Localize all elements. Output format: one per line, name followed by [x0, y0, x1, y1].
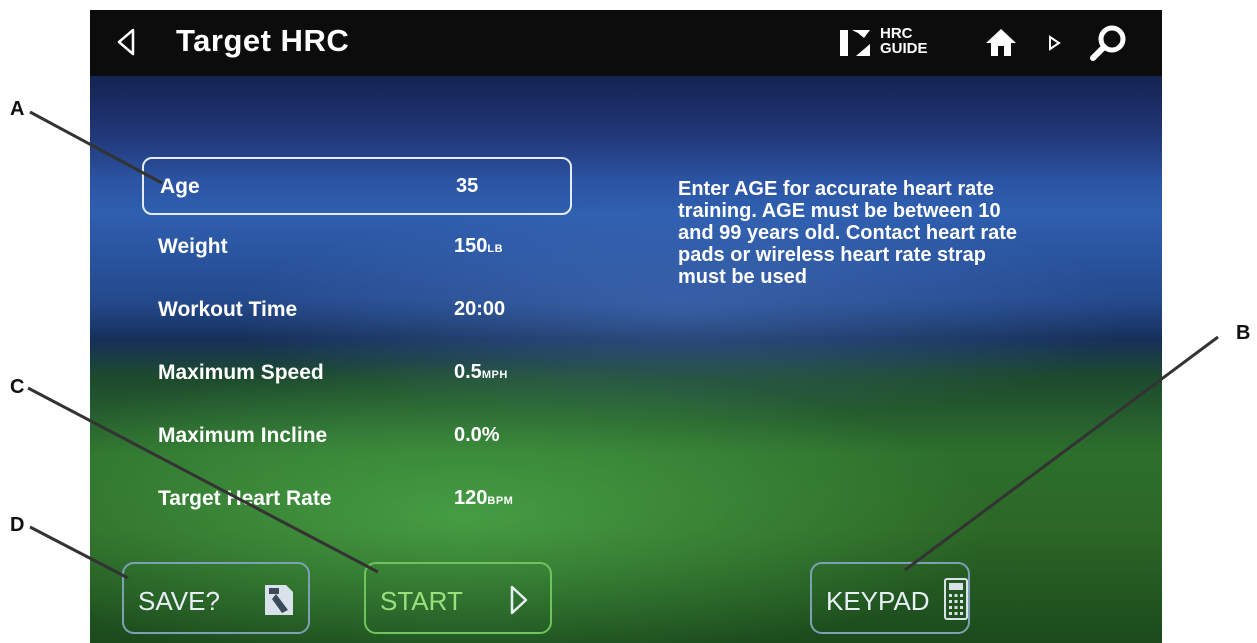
callout-a: A — [10, 98, 25, 120]
callout-b: B — [1236, 322, 1251, 344]
callout-line-a — [29, 110, 163, 185]
callout-lines — [27, 110, 1219, 580]
callout-c: C — [10, 376, 25, 398]
callout-line-c — [27, 386, 379, 574]
callout-line-b — [904, 335, 1219, 572]
callout-line-d — [29, 525, 129, 580]
callout-d: D — [10, 514, 25, 536]
